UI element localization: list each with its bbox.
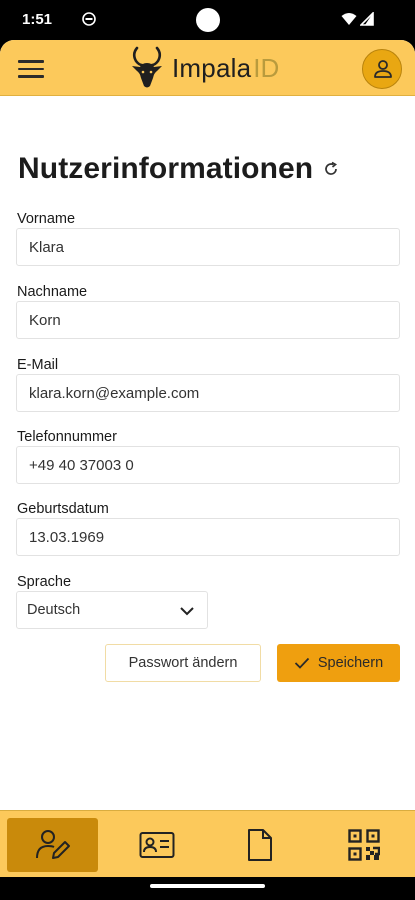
brand-logo: Impala ID xyxy=(128,46,279,90)
bottom-nav xyxy=(0,810,415,877)
birthdate-field[interactable] xyxy=(16,518,400,556)
signal-icon xyxy=(360,12,374,26)
phone-label: Telefonnummer xyxy=(17,429,117,445)
user-icon xyxy=(374,60,392,78)
gesture-bar[interactable] xyxy=(150,884,265,888)
user-account-button[interactable] xyxy=(362,49,402,89)
first-name-label: Vorname xyxy=(17,211,76,227)
nav-documents[interactable] xyxy=(214,818,305,872)
wifi-icon xyxy=(341,13,357,25)
birthdate-label: Geburtsdatum xyxy=(17,501,109,517)
refresh-icon[interactable] xyxy=(323,161,339,177)
data-saver-icon xyxy=(82,12,96,26)
brand-suffix: ID xyxy=(253,52,280,83)
change-password-button[interactable]: Passwort ändern xyxy=(105,644,261,682)
check-icon xyxy=(294,657,309,669)
menu-icon xyxy=(16,60,46,78)
impala-logo-icon xyxy=(132,46,162,88)
nav-profile[interactable] xyxy=(7,818,98,872)
brand-name: Impala xyxy=(172,52,252,83)
camera-cutout xyxy=(196,8,220,32)
last-name-field[interactable] xyxy=(16,301,400,339)
language-selected-value: Deutsch xyxy=(27,602,81,618)
email-field[interactable] xyxy=(16,374,400,412)
save-button[interactable]: Speichern xyxy=(277,644,400,682)
language-label: Sprache xyxy=(17,574,72,590)
document-icon xyxy=(247,829,272,861)
app-header: Impala ID xyxy=(0,40,415,96)
save-button-label: Speichern xyxy=(317,655,384,671)
page-title-row: Nutzerinformationen xyxy=(18,152,339,186)
nav-qr-code[interactable] xyxy=(318,818,409,872)
nav-id-card[interactable] xyxy=(111,818,202,872)
phone-field[interactable] xyxy=(16,446,400,484)
language-select[interactable]: Deutsch xyxy=(16,591,208,629)
status-bar: 1:51 xyxy=(0,0,415,40)
email-label: E-Mail xyxy=(17,357,59,373)
qr-code-icon xyxy=(347,829,380,861)
page-title: Nutzerinformationen xyxy=(18,152,314,185)
first-name-field[interactable] xyxy=(16,228,400,266)
app-frame: Impala ID Nutzerinformationen Vorname Na… xyxy=(0,40,415,877)
chevron-down-icon xyxy=(180,607,194,616)
profile-edit-icon xyxy=(35,830,70,859)
status-time: 1:51 xyxy=(22,11,53,28)
last-name-label: Nachname xyxy=(17,284,88,300)
menu-button[interactable] xyxy=(16,55,46,81)
id-card-icon xyxy=(139,832,174,858)
